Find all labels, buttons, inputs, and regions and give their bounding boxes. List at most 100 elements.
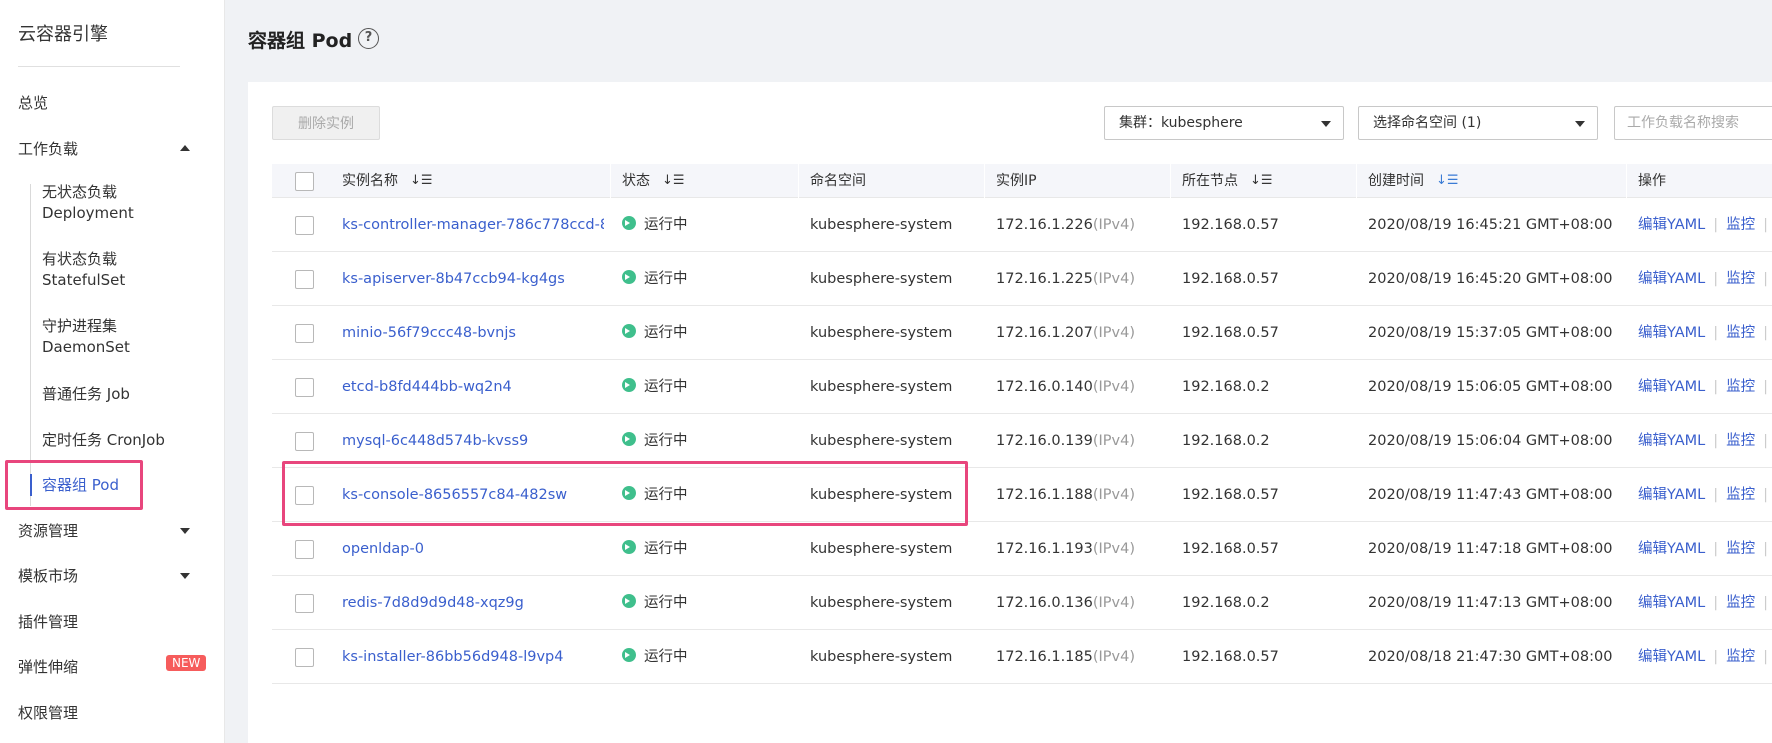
monitor-link[interactable]: 监控 (1726, 379, 1755, 395)
created-cell: 2020/08/19 15:06:05 GMT+08:00 (1368, 379, 1613, 395)
row-checkbox[interactable] (295, 270, 314, 289)
col-created[interactable]: 创建时间 ↓☰ (1368, 164, 1459, 198)
pod-name-link[interactable]: mysql-6c448d574b-kvss9 (342, 414, 604, 468)
edit-yaml-link[interactable]: 编辑YAML (1638, 487, 1705, 503)
ops-cell: 编辑YAML | 监控 | (1638, 468, 1772, 522)
running-status-icon (622, 216, 636, 230)
ip-type: (IPv4) (1092, 271, 1135, 287)
pod-list-card: 删除实例 集群：kubesphere 选择命名空间 (1) 实例名称 ↓☰ 状态 ↓… (248, 82, 1772, 743)
table-row: openldap-0 运行中 kubesphere-system 172.16.1.1… (272, 522, 1772, 576)
column-divider (798, 164, 799, 198)
ip-cell: 172.16.0.140(IPv4) (996, 360, 1135, 414)
ip-address: 172.16.1.188 (996, 487, 1093, 503)
edit-yaml-link[interactable]: 编辑YAML (1638, 379, 1705, 395)
ip-cell: 172.16.1.193(IPv4) (996, 522, 1135, 576)
row-checkbox[interactable] (295, 486, 314, 505)
subnav-deployment[interactable]: 无状态负载 Deployment (42, 182, 134, 224)
nav-autoscaling[interactable]: 弹性伸缩 (18, 656, 78, 677)
pod-name-link[interactable]: ks-console-8656557c84-482sw (342, 468, 604, 522)
created-cell: 2020/08/19 15:37:05 GMT+08:00 (1368, 325, 1613, 341)
col-created-label: 创建时间 (1368, 173, 1424, 189)
pod-name-link[interactable]: minio-56f79ccc48-bvnjs (342, 306, 604, 360)
ip-cell: 172.16.0.136(IPv4) (996, 576, 1135, 630)
row-checkbox[interactable] (295, 648, 314, 667)
select-all-checkbox[interactable] (295, 172, 314, 191)
col-status[interactable]: 状态 ↓☰ (622, 164, 685, 198)
ip-address: 172.16.0.140 (996, 379, 1093, 395)
edit-yaml-link[interactable]: 编辑YAML (1638, 649, 1705, 665)
status-text: 运行中 (644, 649, 688, 665)
col-node[interactable]: 所在节点 ↓☰ (1182, 164, 1273, 198)
cluster-select[interactable]: 集群：kubesphere (1104, 106, 1344, 140)
ip-cell: 172.16.1.188(IPv4) (996, 468, 1135, 522)
table-row: ks-apiserver-8b47ccb94-kg4gs 运行中 kubespher… (272, 252, 1772, 306)
row-checkbox[interactable] (295, 324, 314, 343)
namespace-cell: kubesphere-system (810, 541, 953, 557)
subnav-daemonset[interactable]: 守护进程集 DaemonSet (42, 316, 130, 358)
ip-cell: 172.16.1.207(IPv4) (996, 306, 1135, 360)
col-status-label: 状态 (622, 173, 650, 189)
monitor-link[interactable]: 监控 (1726, 271, 1755, 287)
row-checkbox[interactable] (295, 540, 314, 559)
subnav-statefulset-en: StatefulSet (42, 271, 126, 289)
namespace-select[interactable]: 选择命名空间 (1) (1358, 106, 1598, 140)
sort-icon[interactable]: ↓☰ (1250, 164, 1273, 198)
subnav-statefulset[interactable]: 有状态负载 StatefulSet (42, 249, 125, 291)
help-icon[interactable]: ? (358, 28, 379, 49)
subnav-pod[interactable]: 容器组 Pod (42, 475, 119, 496)
status-cell: 运行中 (622, 198, 688, 252)
pod-name-link[interactable]: ks-controller-manager-786c778ccd-8... (342, 198, 604, 252)
ops-cell: 编辑YAML | 监控 | (1638, 198, 1772, 252)
edit-yaml-link[interactable]: 编辑YAML (1638, 271, 1705, 287)
sort-icon[interactable]: ↓☰ (410, 164, 433, 198)
edit-yaml-link[interactable]: 编辑YAML (1638, 325, 1705, 341)
workload-search-input[interactable] (1614, 106, 1772, 140)
op-separator: | (1763, 379, 1769, 395)
subnav-cronjob[interactable]: 定时任务 CronJob (42, 430, 165, 451)
sort-active-icon[interactable]: ↓☰ (1436, 164, 1459, 198)
op-separator: | (1763, 487, 1769, 503)
row-checkbox[interactable] (295, 432, 314, 451)
monitor-link[interactable]: 监控 (1726, 541, 1755, 557)
monitor-link[interactable]: 监控 (1726, 595, 1755, 611)
nav-permission-mgmt[interactable]: 权限管理 (18, 702, 78, 723)
nav-plugin-mgmt[interactable]: 插件管理 (18, 611, 78, 632)
edit-yaml-link[interactable]: 编辑YAML (1638, 217, 1705, 233)
ip-type: (IPv4) (1092, 487, 1135, 503)
sort-icon[interactable]: ↓☰ (662, 164, 685, 198)
nav-workload[interactable]: 工作负载 (18, 138, 208, 159)
cluster-select-value: 集群：kubesphere (1119, 115, 1243, 131)
pod-name-link[interactable]: ks-apiserver-8b47ccb94-kg4gs (342, 252, 604, 306)
monitor-link[interactable]: 监控 (1726, 649, 1755, 665)
op-separator: | (1713, 433, 1719, 449)
node-cell: 192.168.0.57 (1182, 649, 1279, 665)
subnav-deployment-cn: 无状态负载 (42, 183, 118, 201)
col-name-label: 实例名称 (342, 173, 398, 189)
nav-resource-mgmt[interactable]: 资源管理 (18, 520, 208, 541)
row-checkbox[interactable] (295, 378, 314, 397)
created-cell: 2020/08/19 15:06:04 GMT+08:00 (1368, 433, 1613, 449)
subnav-job[interactable]: 普通任务 Job (42, 384, 130, 405)
row-checkbox[interactable] (295, 216, 314, 235)
col-name[interactable]: 实例名称 ↓☰ (342, 164, 433, 198)
pod-name-link[interactable]: etcd-b8fd444bb-wq2n4 (342, 360, 604, 414)
monitor-link[interactable]: 监控 (1726, 217, 1755, 233)
status-text: 运行中 (644, 217, 688, 233)
pod-name-link[interactable]: openldap-0 (342, 522, 604, 576)
nav-overview[interactable]: 总览 (18, 92, 48, 113)
monitor-link[interactable]: 监控 (1726, 325, 1755, 341)
status-cell: 运行中 (622, 414, 688, 468)
pod-name-link[interactable]: ks-installer-86bb56d948-l9vp4 (342, 630, 604, 684)
namespace-cell: kubesphere-system (810, 649, 953, 665)
edit-yaml-link[interactable]: 编辑YAML (1638, 433, 1705, 449)
column-divider (1356, 164, 1357, 198)
edit-yaml-link[interactable]: 编辑YAML (1638, 595, 1705, 611)
monitor-link[interactable]: 监控 (1726, 433, 1755, 449)
pod-name-link[interactable]: redis-7d8d9d9d48-xqz9g (342, 576, 604, 630)
row-checkbox[interactable] (295, 594, 314, 613)
edit-yaml-link[interactable]: 编辑YAML (1638, 541, 1705, 557)
nav-template-market[interactable]: 模板市场 (18, 565, 208, 586)
created-cell: 2020/08/19 11:47:43 GMT+08:00 (1368, 487, 1613, 503)
delete-instance-button[interactable]: 删除实例 (272, 106, 380, 140)
monitor-link[interactable]: 监控 (1726, 487, 1755, 503)
